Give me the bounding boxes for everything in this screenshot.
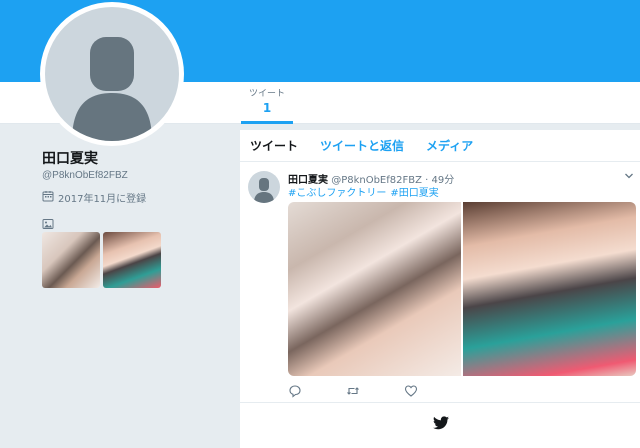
calendar-icon	[42, 190, 54, 205]
retweet-icon[interactable]	[346, 383, 360, 397]
joined-date: 2017年11月に登録	[42, 190, 146, 205]
tweet-photo[interactable]	[288, 202, 461, 376]
joined-text: 2017年11月に登録	[58, 194, 147, 205]
chevron-down-icon[interactable]	[624, 171, 634, 184]
tweet-text: #こぶしファクトリー #田口夏実	[288, 184, 443, 199]
profile-avatar[interactable]	[40, 2, 184, 146]
tweet[interactable]: 田口夏実 @P8knObEf82FBZ · 49分 #こぶしファクトリー #田口夏…	[240, 163, 640, 403]
timeline: ツイート ツイートと返信 メディア 田口夏実 @P8knObEf82FBZ · …	[240, 130, 640, 448]
media-thumbnail[interactable]	[103, 232, 161, 288]
timeline-tabs: ツイート ツイートと返信 メディア	[240, 130, 640, 162]
tweet-avatar[interactable]	[248, 171, 280, 203]
hashtag-link[interactable]: #田口夏実	[390, 188, 438, 199]
media-thumbnails	[42, 232, 161, 288]
profile-name: 田口夏実	[42, 151, 98, 167]
profile-handle[interactable]: @P8knObEf82FBZ	[42, 170, 128, 181]
tweet-media[interactable]	[288, 202, 636, 376]
tweets-count-label: ツイート	[248, 89, 285, 99]
tweets-count-value: 1	[262, 101, 272, 115]
tab-tweets-and-replies[interactable]: ツイートと返信	[320, 137, 404, 154]
tweet-actions	[288, 383, 418, 398]
media-thumbnail[interactable]	[42, 232, 100, 288]
hashtag-link[interactable]: #こぶしファクトリー	[288, 188, 386, 199]
twitter-bird-icon	[433, 415, 449, 434]
heart-icon[interactable]	[404, 383, 418, 397]
tweets-count-tab[interactable]: ツイート 1	[241, 88, 293, 124]
tab-media[interactable]: メディア	[426, 137, 473, 154]
reply-icon[interactable]	[288, 383, 302, 398]
tab-tweets[interactable]: ツイート	[250, 137, 298, 154]
tweet-photo[interactable]	[463, 202, 636, 376]
default-avatar-icon	[45, 7, 179, 141]
